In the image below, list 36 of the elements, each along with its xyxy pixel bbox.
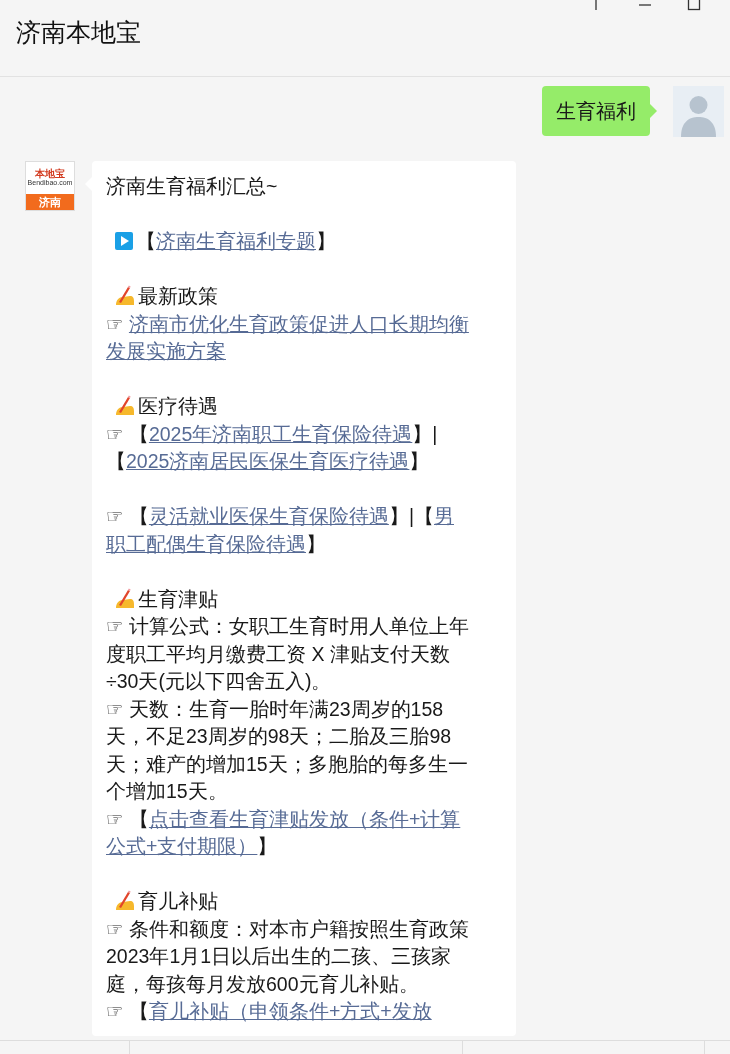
writing-hand-icon [114,395,136,416]
message-text: 【济南生育福利专题】 [106,228,502,256]
message-bubble: 生育福利 [542,86,650,136]
message-text: 医疗待遇 [106,393,502,421]
link[interactable]: 2025年济南职工生育保险待遇 [148,422,413,445]
message-text: ☞ 济南市优化生育政策促进人口长期均衡 发展实施方案 [106,311,470,364]
link[interactable]: 济南生育福利专题 [156,230,316,252]
link[interactable]: 灵活就业医保生育保险待遇 [148,505,389,527]
writing-hand-icon [114,285,136,306]
message-text: 济南生育福利汇总~ [106,174,279,199]
message-text: 育儿补贴 [106,888,502,916]
play-icon [114,231,134,251]
message-text: ☞ 计算公式：女职工生育时用人单位上年 度职工平均月缴费工资 X 津贴支付天数 ÷30天(元以下四舍五入)。 [106,614,470,694]
link[interactable]: 男 [434,505,454,527]
link[interactable]: 2025济南居民医保生育医疗待遇 [126,450,410,472]
link[interactable]: 发展实施方案 [106,340,226,362]
window-title: 济南本地宝 [16,17,141,48]
link[interactable]: 点击查看生育津贴发放（条件+计算 [148,807,461,830]
message-text: ☞ 【育儿补贴（申领条件+方式+发放 [106,999,433,1024]
writing-hand-icon [114,587,136,609]
message-text: ☞ 【灵活就业医保生育保险待遇】|【男 职工配偶生育保险待遇】 [106,504,455,557]
message-text: 生育津贴 [106,585,502,613]
message-text: ☞ 条件和额度：对本市户籍按照生育政策 2023年1月1日以后出生的二孩、三孩家 庭，每孩每月发放600元育儿补贴。 [106,916,470,997]
message-text: ☞ 【2025年济南职工生育保险待遇】| 【2025济南居民医保生育医疗待遇】 [106,421,439,474]
writing-hand-icon [114,890,136,911]
message-text: ☞ 【点击查看生育津贴发放（条件+计算 公式+支付期限）】 [106,806,462,859]
logo-city: 济南 [26,194,74,210]
logo-text: 本地宝 [35,168,65,179]
link[interactable]: 济南市优化生育政策促进人口长期均衡 [128,312,469,335]
link[interactable]: 职工配偶生育保险待遇 [106,532,306,555]
bubble-tail [650,104,657,118]
link[interactable]: 育儿补贴（申领条件+方式+发放 [148,1000,432,1022]
message-text: ☞ 天数：生育一胎时年满23周岁的158 天，不足23周岁的98天；二胎及三胎98 天；难产的增加15天；多胞胎的每多生一 个增加15天。 [106,696,469,804]
link[interactable]: 公式+支付期限） [106,835,258,857]
message-text: 最新政策 [106,283,502,311]
avatar [673,86,724,137]
